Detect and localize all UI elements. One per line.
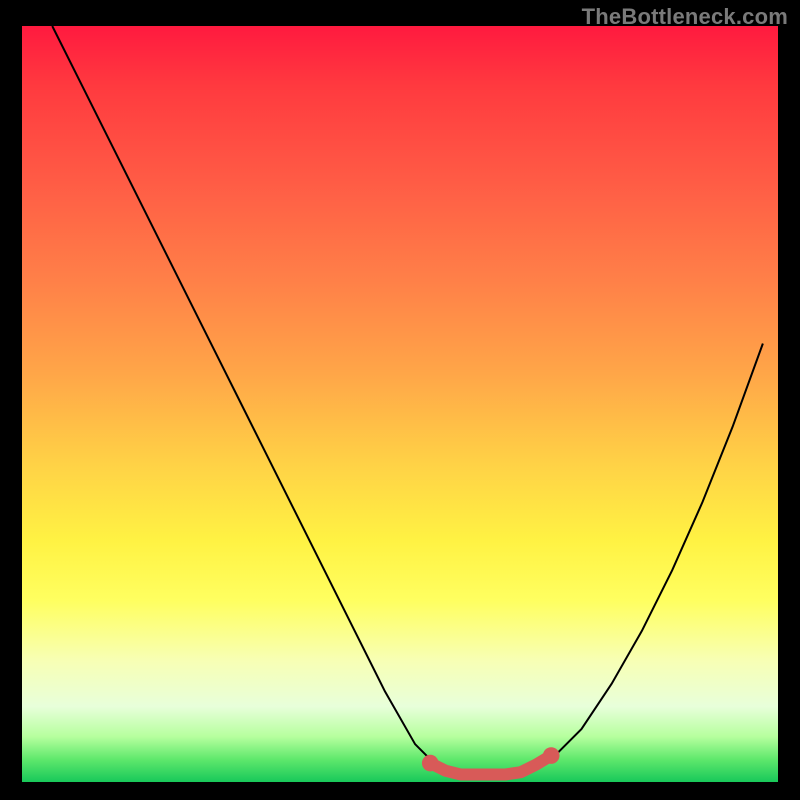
optimal-zone-start-dot: [422, 755, 439, 772]
curve-svg: [22, 26, 778, 782]
plot-area: [22, 26, 778, 782]
optimal-zone-end-dot: [543, 747, 560, 764]
bottleneck-curve: [52, 26, 763, 774]
chart-frame: TheBottleneck.com: [0, 0, 800, 800]
optimal-zone-highlight: [430, 756, 551, 775]
